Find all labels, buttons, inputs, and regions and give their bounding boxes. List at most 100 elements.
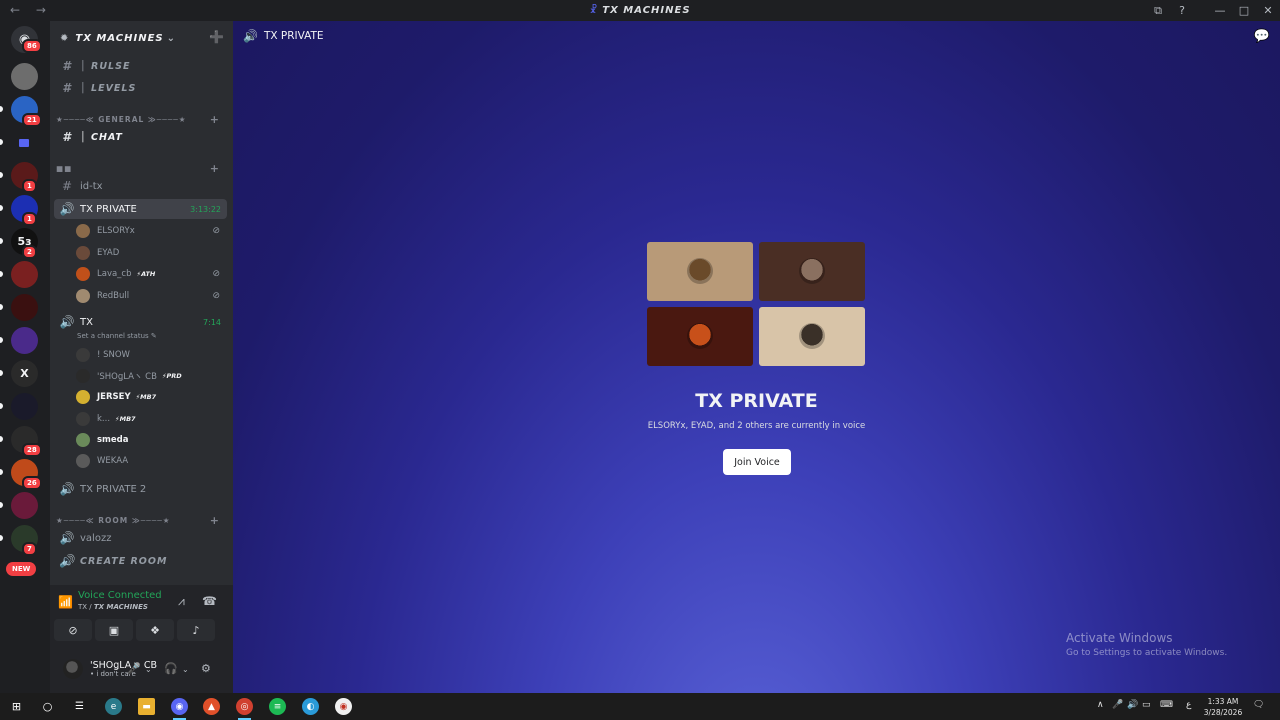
disconnect-icon[interactable]: ☎ [202,594,217,608]
noise-suppression-icon[interactable]: ⩘ [178,594,185,609]
speaker-icon: 🔊 [59,202,75,216]
muted-icon: ⊘ [212,269,220,279]
server-folder[interactable] [11,129,38,156]
voice-member[interactable]: JERSEY ⚡MB7 [76,387,224,407]
notifications-icon[interactable]: 🗨 [1253,700,1264,710]
chevron-down-icon[interactable]: ⌄ [145,665,152,674]
tray-overflow-icon[interactable]: ∧ [1097,700,1104,710]
channel-label: id-tx [80,180,103,192]
minimize-button[interactable]: — [1208,4,1232,17]
guild-header[interactable]: ✹ TX MACHINES ⌄ ➕ [50,21,233,55]
participant-tile[interactable] [759,307,865,366]
inbox-icon[interactable]: ⧉ [1146,4,1170,18]
soundboard-button[interactable]: ♪ [177,619,215,641]
app-icon[interactable]: ◉ [335,698,352,715]
server-icon[interactable] [11,261,38,288]
hash-icon: # [61,179,73,193]
headset-icon[interactable]: 🎧 [164,662,178,675]
windows-start-icon[interactable]: ⊞ [8,698,25,715]
network-icon[interactable]: ▭ [1142,700,1151,710]
voice-channel-tx-private-2[interactable]: 🔊 TX PRIVATE 2 [54,479,227,499]
voice-member[interactable]: EYAD [76,243,224,263]
file-explorer-icon[interactable]: ▬ [138,698,155,715]
brave-browser-icon[interactable]: ▲ [203,698,220,715]
voice-connected-label[interactable]: Voice Connected [78,590,162,601]
new-badge[interactable]: NEW [6,562,37,576]
add-member-icon[interactable]: ➕ [209,30,225,44]
keyboard-icon[interactable]: ⌨ [1160,700,1173,710]
clock[interactable]: 1:33 AM 3/28/2026 [1200,696,1246,718]
channel-status[interactable]: Set a channel status ✎ [77,332,157,340]
task-view-icon[interactable]: ☰ [71,698,88,715]
join-voice-button[interactable]: Join Voice [723,449,791,475]
category-unnamed[interactable]: ■■ + [56,161,226,175]
voice-member[interactable]: ELSORYx ⊘ [76,221,224,241]
server-icon[interactable]: X [11,360,38,387]
avatar [799,258,825,284]
member-name: WEKAA [97,456,129,466]
server-icon[interactable] [11,492,38,519]
add-channel-icon[interactable]: + [210,514,220,527]
voice-channel-valozz[interactable]: 🔊 valozz [54,528,227,548]
add-channel-icon[interactable]: + [210,113,220,126]
activities-button[interactable]: ❖ [136,619,174,641]
channel-levels[interactable]: # │ LEVELS [54,78,227,98]
camera-button[interactable]: ⊘ [54,619,92,641]
server-rail: ◉ 86 21115з2X28267 NEW [0,21,50,693]
avatar [687,323,713,349]
volume-icon[interactable]: 🔊 [1127,700,1138,710]
channel-id-tx[interactable]: # id-tx [54,176,227,196]
help-icon[interactable]: ? [1170,4,1194,17]
server-icon[interactable] [11,393,38,420]
search-icon[interactable]: ○ [39,698,56,715]
chevron-down-icon[interactable]: ⌄ [182,665,189,674]
screen-share-button[interactable]: ▣ [95,619,133,641]
category-room[interactable]: ★────≪ ROOM ≫────★ + [56,513,226,527]
channel-title: TX PRIVATE [263,30,324,42]
channel-rulse[interactable]: # │ RULSE [54,56,227,76]
server-icon[interactable] [11,63,38,90]
participant-tile[interactable] [759,242,865,301]
spotify-icon[interactable]: ≡ [269,698,286,715]
voice-channel-tx-private[interactable]: 🔊 TX PRIVATE 3:13:22 [54,199,227,219]
voice-channel-tx[interactable]: 🔊 TX 7:14 [54,312,227,332]
voice-member[interactable]: WEKAA [76,451,224,471]
add-channel-icon[interactable]: + [210,162,220,175]
microphone-icon[interactable]: 🎤 [127,662,141,675]
voice-timer: 7:14 [203,317,221,327]
avatar [76,432,90,447]
server-icon[interactable] [11,294,38,321]
participant-tile[interactable] [647,242,753,301]
title-bar: ← → ☧ TX MACHINES ⧉ ? — □ ✕ [0,0,1280,21]
voice-location[interactable]: TX / TX MACHINES [78,603,148,611]
participant-tile[interactable] [647,307,753,366]
language-indicator[interactable]: ع [1186,700,1191,710]
app-icon[interactable]: ◐ [302,698,319,715]
settings-gear-icon[interactable]: ⚙ [201,662,211,675]
activate-windows-subtitle: Go to Settings to activate Windows. [1066,648,1228,658]
tray-microphone-icon[interactable]: 🎤 [1112,700,1123,710]
voice-member[interactable]: ! SNOW [76,345,224,365]
edge-browser-icon[interactable]: e [105,698,122,715]
avatar [76,267,90,281]
chrome-icon[interactable]: ◎ [236,698,253,720]
voice-member[interactable]: Lava_cb ⚡ATH ⊘ [76,264,224,284]
channel-label: TX PRIVATE 2 [80,483,147,495]
voice-member[interactable]: k... ⚡MB7 [76,409,224,429]
member-name: 'SHOǥLAヽ CB [97,372,157,383]
member-name: k... [97,413,111,424]
voice-member[interactable]: smeda [76,430,224,450]
channel-chat[interactable]: # │ CHAT [54,127,227,147]
category-general[interactable]: ★────≪ GENERAL ≫────★ + [56,112,226,126]
maximize-button[interactable]: □ [1232,4,1256,17]
close-button[interactable]: ✕ [1256,4,1280,17]
server-icon[interactable] [11,327,38,354]
chat-bubble-icon[interactable]: 💬 [1254,29,1270,44]
discord-icon[interactable]: ◉ [171,698,188,720]
voice-channel-create-room[interactable]: 🔊 CREATE ROOM [54,551,227,571]
voice-member[interactable]: 'SHOǥLAヽ CB ⚡PRD [76,366,224,386]
voice-member[interactable]: RedBull ⊘ [76,286,224,306]
unread-indicator [0,238,3,244]
avatar [76,224,90,238]
avatar[interactable] [63,659,83,679]
